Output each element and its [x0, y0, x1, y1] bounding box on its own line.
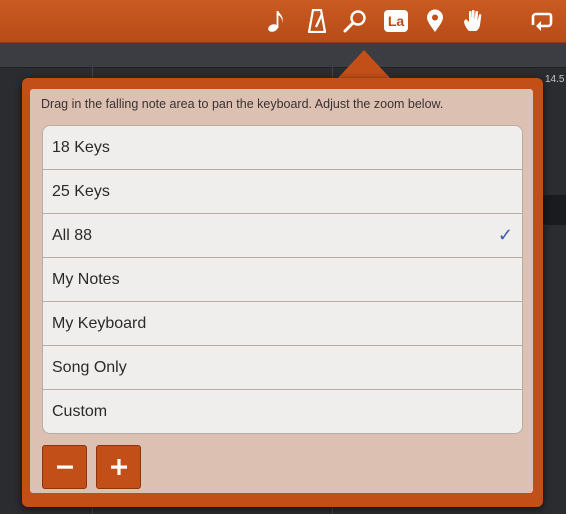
- background-note-block: [543, 195, 566, 225]
- option-label: My Notes: [52, 270, 120, 288]
- timeline-strip: [0, 43, 566, 68]
- zoom-options-list: 18 Keys 25 Keys All 88 ✓ My Notes My Key…: [42, 125, 523, 434]
- zoom-option-18-keys[interactable]: 18 Keys: [43, 126, 522, 169]
- option-label: 25 Keys: [52, 182, 110, 200]
- minus-icon: [56, 465, 73, 469]
- zoom-option-my-keyboard[interactable]: My Keyboard: [43, 301, 522, 345]
- location-pin-icon[interactable]: [420, 7, 450, 35]
- zoom-option-song-only[interactable]: Song Only: [43, 345, 522, 389]
- zoom-in-button[interactable]: [96, 445, 141, 489]
- popover-pointer: [337, 50, 391, 79]
- option-label: 18 Keys: [52, 138, 110, 156]
- option-label: All 88: [52, 226, 93, 244]
- metronome-icon[interactable]: [302, 7, 332, 35]
- zoom-icon[interactable]: [340, 7, 370, 35]
- la-icon[interactable]: La: [381, 7, 411, 35]
- note-icon[interactable]: [261, 7, 291, 35]
- zoom-option-my-notes[interactable]: My Notes: [43, 257, 522, 301]
- la-badge-label: La: [384, 10, 408, 32]
- zoom-popover: Drag in the falling note area to pan the…: [22, 78, 543, 507]
- popover-content: Drag in the falling note area to pan the…: [30, 89, 533, 493]
- loop-icon[interactable]: [526, 7, 556, 35]
- popover-hint: Drag in the falling note area to pan the…: [41, 97, 444, 111]
- zoom-out-button[interactable]: [42, 445, 87, 489]
- option-label: Custom: [52, 402, 108, 420]
- option-label: My Keyboard: [52, 314, 147, 332]
- checkmark-icon: ✓: [497, 225, 513, 245]
- zoom-option-all-88[interactable]: All 88 ✓: [43, 213, 522, 257]
- zoom-option-25-keys[interactable]: 25 Keys: [43, 169, 522, 213]
- timeline-tick-label: 14.5: [545, 74, 565, 85]
- plus-icon: [110, 459, 127, 475]
- zoom-option-custom[interactable]: Custom: [43, 389, 522, 433]
- hand-icon[interactable]: [459, 7, 489, 35]
- option-label: Song Only: [52, 358, 127, 376]
- top-toolbar: La: [0, 0, 566, 43]
